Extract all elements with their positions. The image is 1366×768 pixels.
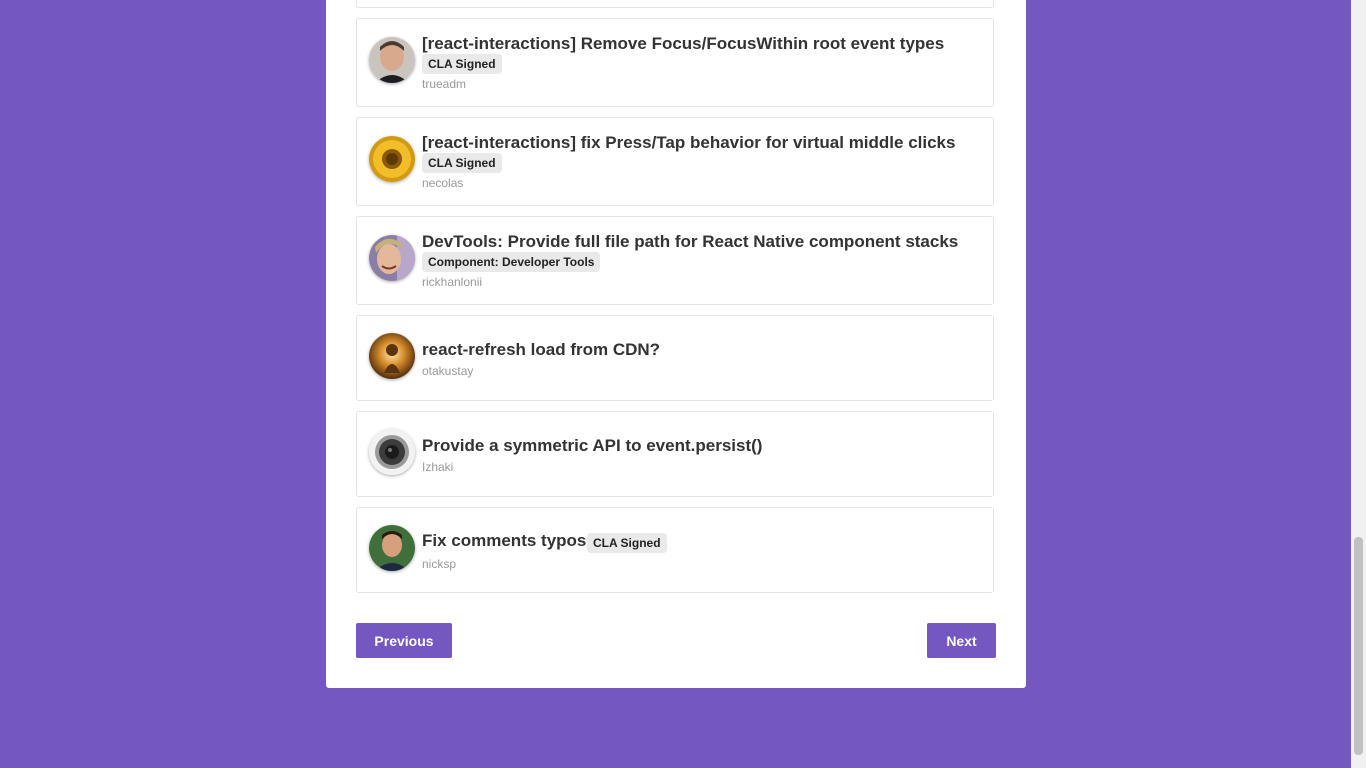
speaker-avatar — [369, 429, 415, 475]
issue-title[interactable]: [react-interactions] fix Press/Tap behav… — [422, 133, 955, 153]
previous-button[interactable]: Previous — [356, 623, 452, 658]
issue-title[interactable]: react-refresh load from CDN? — [422, 340, 660, 360]
list-item[interactable] — [356, 0, 994, 8]
issue-title[interactable]: Fix comments typos — [422, 531, 586, 551]
glowing-figure-avatar — [369, 333, 415, 379]
list-item[interactable]: [react-interactions] Remove Focus/FocusW… — [356, 18, 994, 107]
list-item[interactable]: [react-interactions] fix Press/Tap behav… — [356, 117, 994, 206]
label-badge: Component: Developer Tools — [422, 252, 601, 272]
label-badge: CLA Signed — [587, 533, 667, 553]
issue-author: nicksp — [422, 557, 457, 571]
scrollbar-thumb[interactable] — [1354, 537, 1363, 755]
man-portrait-avatar — [369, 37, 415, 83]
issue-author: otakustay — [422, 364, 474, 378]
label-badge: CLA Signed — [422, 153, 502, 173]
list-item[interactable]: DevTools: Provide full file path for Rea… — [356, 216, 994, 305]
list-item[interactable]: Fix comments typos CLA Signed nicksp — [356, 507, 994, 593]
smiling-man-avatar — [369, 235, 415, 281]
issue-title[interactable]: Provide a symmetric API to event.persist… — [422, 436, 762, 456]
issue-author: rickhanlonii — [422, 275, 483, 289]
label-badge: CLA Signed — [422, 54, 502, 74]
list-item[interactable]: react-refresh load from CDN? otakustay — [356, 315, 994, 401]
list-item[interactable]: Provide a symmetric API to event.persist… — [356, 411, 994, 497]
issue-title[interactable]: [react-interactions] Remove Focus/FocusW… — [422, 34, 944, 54]
page-scrollbar[interactable] — [1351, 0, 1366, 768]
issue-author: necolas — [422, 176, 464, 190]
man-outdoors-avatar — [369, 525, 415, 571]
next-button[interactable]: Next — [927, 623, 996, 658]
page-viewport: [react-interactions] Remove Focus/FocusW… — [0, 0, 1366, 768]
issue-author: Izhaki — [422, 460, 454, 474]
issues-panel: [react-interactions] Remove Focus/FocusW… — [326, 0, 1026, 688]
sunflower-avatar — [369, 136, 415, 182]
issue-title[interactable]: DevTools: Provide full file path for Rea… — [422, 232, 958, 252]
issue-author: trueadm — [422, 77, 467, 91]
